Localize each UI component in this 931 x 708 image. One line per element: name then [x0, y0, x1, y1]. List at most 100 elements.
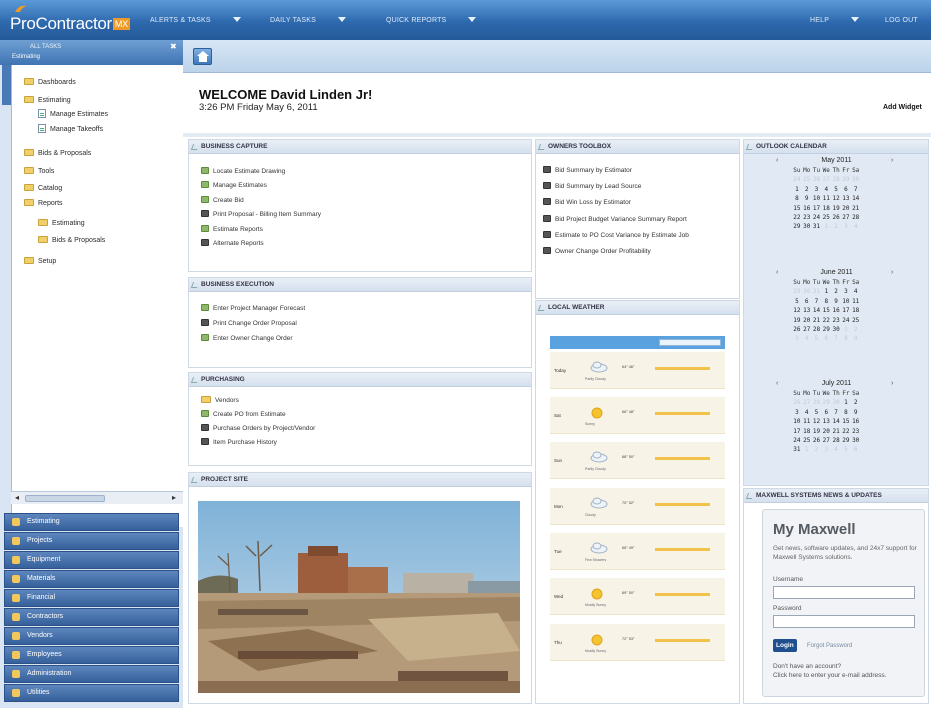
calendar-day[interactable]: 23 [802, 214, 812, 221]
calendar-day[interactable]: 2 [851, 326, 861, 333]
calendar-prev-icon[interactable]: ‹ [776, 380, 778, 387]
calendar-day[interactable]: 6 [802, 298, 812, 305]
calendar-day[interactable]: 1 [841, 399, 851, 406]
calendar-day[interactable]: 4 [802, 409, 812, 416]
calendar-day[interactable]: 26 [831, 214, 841, 221]
module-contractors[interactable]: Contractors [4, 608, 179, 626]
calendar-day[interactable]: 8 [792, 195, 802, 202]
username-input[interactable] [773, 586, 915, 599]
calendar-day[interactable]: 19 [792, 317, 802, 324]
link-bid-win-loss[interactable]: Bid Win Loss by Estimator [543, 198, 631, 206]
calendar-day[interactable]: 17 [812, 205, 822, 212]
module-vendors[interactable]: Vendors [4, 627, 179, 645]
calendar-day[interactable]: 30 [831, 326, 841, 333]
link-vendors[interactable]: Vendors [201, 396, 239, 404]
calendar-day[interactable]: 25 [802, 176, 812, 183]
calendar-prev-icon[interactable]: ‹ [776, 157, 778, 164]
calendar-day[interactable]: 26 [792, 326, 802, 333]
link-enter-owner-change-order[interactable]: Enter Owner Change Order [201, 334, 292, 342]
register-link[interactable]: Click here to enter your e-mail address. [773, 671, 923, 680]
calendar-day[interactable]: 1 [792, 186, 802, 193]
calendar-day[interactable]: 3 [792, 409, 802, 416]
login-button[interactable]: Login [773, 639, 797, 652]
calendar-day[interactable]: 5 [841, 446, 851, 453]
link-bid-project-budget-variance[interactable]: Bid Project Budget Variance Summary Repo… [543, 215, 687, 223]
calendar-day[interactable]: 22 [792, 214, 802, 221]
calendar-day[interactable]: 10 [792, 418, 802, 425]
calendar-day[interactable]: 8 [841, 335, 851, 342]
calendar-day[interactable]: 13 [841, 195, 851, 202]
calendar-day[interactable]: 25 [802, 437, 812, 444]
tree-item-catalog[interactable]: Catalog [24, 184, 62, 192]
calendar-day[interactable]: 7 [831, 409, 841, 416]
calendar-day[interactable]: 5 [792, 298, 802, 305]
app-logo[interactable]: ProContractor MX [10, 14, 130, 34]
panel-title[interactable]: Project Site [189, 473, 531, 487]
calendar-day[interactable]: 2 [831, 288, 841, 295]
panel-title[interactable]: Business Execution [189, 278, 531, 292]
link-estimate-reports[interactable]: Estimate Reports [201, 225, 263, 233]
tree-item-reports[interactable]: Reports [24, 199, 63, 207]
calendar-day[interactable]: 9 [831, 298, 841, 305]
module-utilities[interactable]: Utilities [4, 684, 179, 702]
calendar-day[interactable]: 30 [851, 176, 861, 183]
calendar-day[interactable]: 26 [812, 176, 822, 183]
calendar-day[interactable]: 27 [802, 326, 812, 333]
link-bid-summary-estimator[interactable]: Bid Summary by Estimator [543, 166, 632, 174]
calendar-day[interactable]: 2 [851, 399, 861, 406]
calendar-day[interactable]: 6 [841, 186, 851, 193]
close-icon[interactable]: ✖ [170, 42, 177, 51]
tree-item-tools[interactable]: Tools [24, 167, 54, 175]
menu-quick-reports[interactable]: Quick Reports [386, 17, 477, 24]
calendar-day[interactable]: 30 [831, 399, 841, 406]
calendar-day[interactable]: 7 [851, 186, 861, 193]
calendar-day[interactable]: 14 [831, 418, 841, 425]
calendar-day[interactable]: 4 [802, 335, 812, 342]
scrollbar-thumb[interactable] [25, 495, 105, 502]
calendar-day[interactable]: 11 [802, 418, 812, 425]
calendar-day[interactable]: 12 [792, 307, 802, 314]
tree-item-bids-proposals[interactable]: Bids & Proposals [24, 149, 91, 157]
calendar-day[interactable]: 3 [812, 186, 822, 193]
scroll-left-arrow-icon[interactable]: ◂ [15, 493, 19, 502]
calendar-day[interactable]: 24 [841, 317, 851, 324]
calendar-day[interactable]: 8 [841, 409, 851, 416]
tree-item-reports-bids[interactable]: Bids & Proposals [38, 236, 105, 244]
calendar-day[interactable]: 20 [821, 428, 831, 435]
link-purchase-orders[interactable]: Purchase Orders by Project/Vendor [201, 424, 315, 432]
calendar-day[interactable]: 21 [851, 205, 861, 212]
calendar-day[interactable]: 21 [831, 428, 841, 435]
calendar-day[interactable]: 1 [841, 326, 851, 333]
calendar-day[interactable]: 27 [802, 399, 812, 406]
calendar-day[interactable]: 23 [831, 317, 841, 324]
link-owner-change-order-profitability[interactable]: Owner Change Order Profitability [543, 247, 651, 255]
menu-alerts-tasks[interactable]: Alerts & Tasks [150, 17, 241, 24]
calendar-day[interactable]: 15 [792, 205, 802, 212]
tree-item-dashboards[interactable]: Dashboards [24, 78, 76, 86]
tree-item-manage-estimates[interactable]: Manage Estimates [38, 109, 108, 118]
link-create-bid[interactable]: Create Bid [201, 196, 244, 204]
module-employees[interactable]: Employees [4, 646, 179, 664]
calendar-day[interactable]: 10 [841, 298, 851, 305]
calendar-day[interactable]: 25 [821, 214, 831, 221]
module-materials[interactable]: Materials [4, 570, 179, 588]
link-item-purchase-history[interactable]: Item Purchase History [201, 438, 277, 446]
calendar-day[interactable]: 12 [812, 418, 822, 425]
link-print-proposal[interactable]: Print Proposal - Billing Item Summary [201, 210, 321, 218]
calendar-day[interactable]: 11 [821, 195, 831, 202]
calendar-day[interactable]: 16 [802, 205, 812, 212]
calendar-day[interactable]: 31 [812, 288, 822, 295]
calendar-day[interactable]: 15 [841, 418, 851, 425]
calendar-day[interactable]: 19 [812, 428, 822, 435]
calendar-day[interactable]: 29 [821, 399, 831, 406]
module-administration[interactable]: Administration [4, 665, 179, 683]
calendar-day[interactable]: 9 [851, 335, 861, 342]
calendar-day[interactable]: 17 [792, 428, 802, 435]
module-estimating[interactable]: Estimating [4, 513, 179, 531]
calendar-next-icon[interactable]: › [891, 380, 893, 387]
calendar-day[interactable]: 8 [821, 298, 831, 305]
calendar-day[interactable]: 5 [831, 186, 841, 193]
calendar-day[interactable]: 2 [812, 446, 822, 453]
calendar-day[interactable]: 31 [812, 223, 822, 230]
link-enter-pm-forecast[interactable]: Enter Project Manager Forecast [201, 304, 305, 312]
